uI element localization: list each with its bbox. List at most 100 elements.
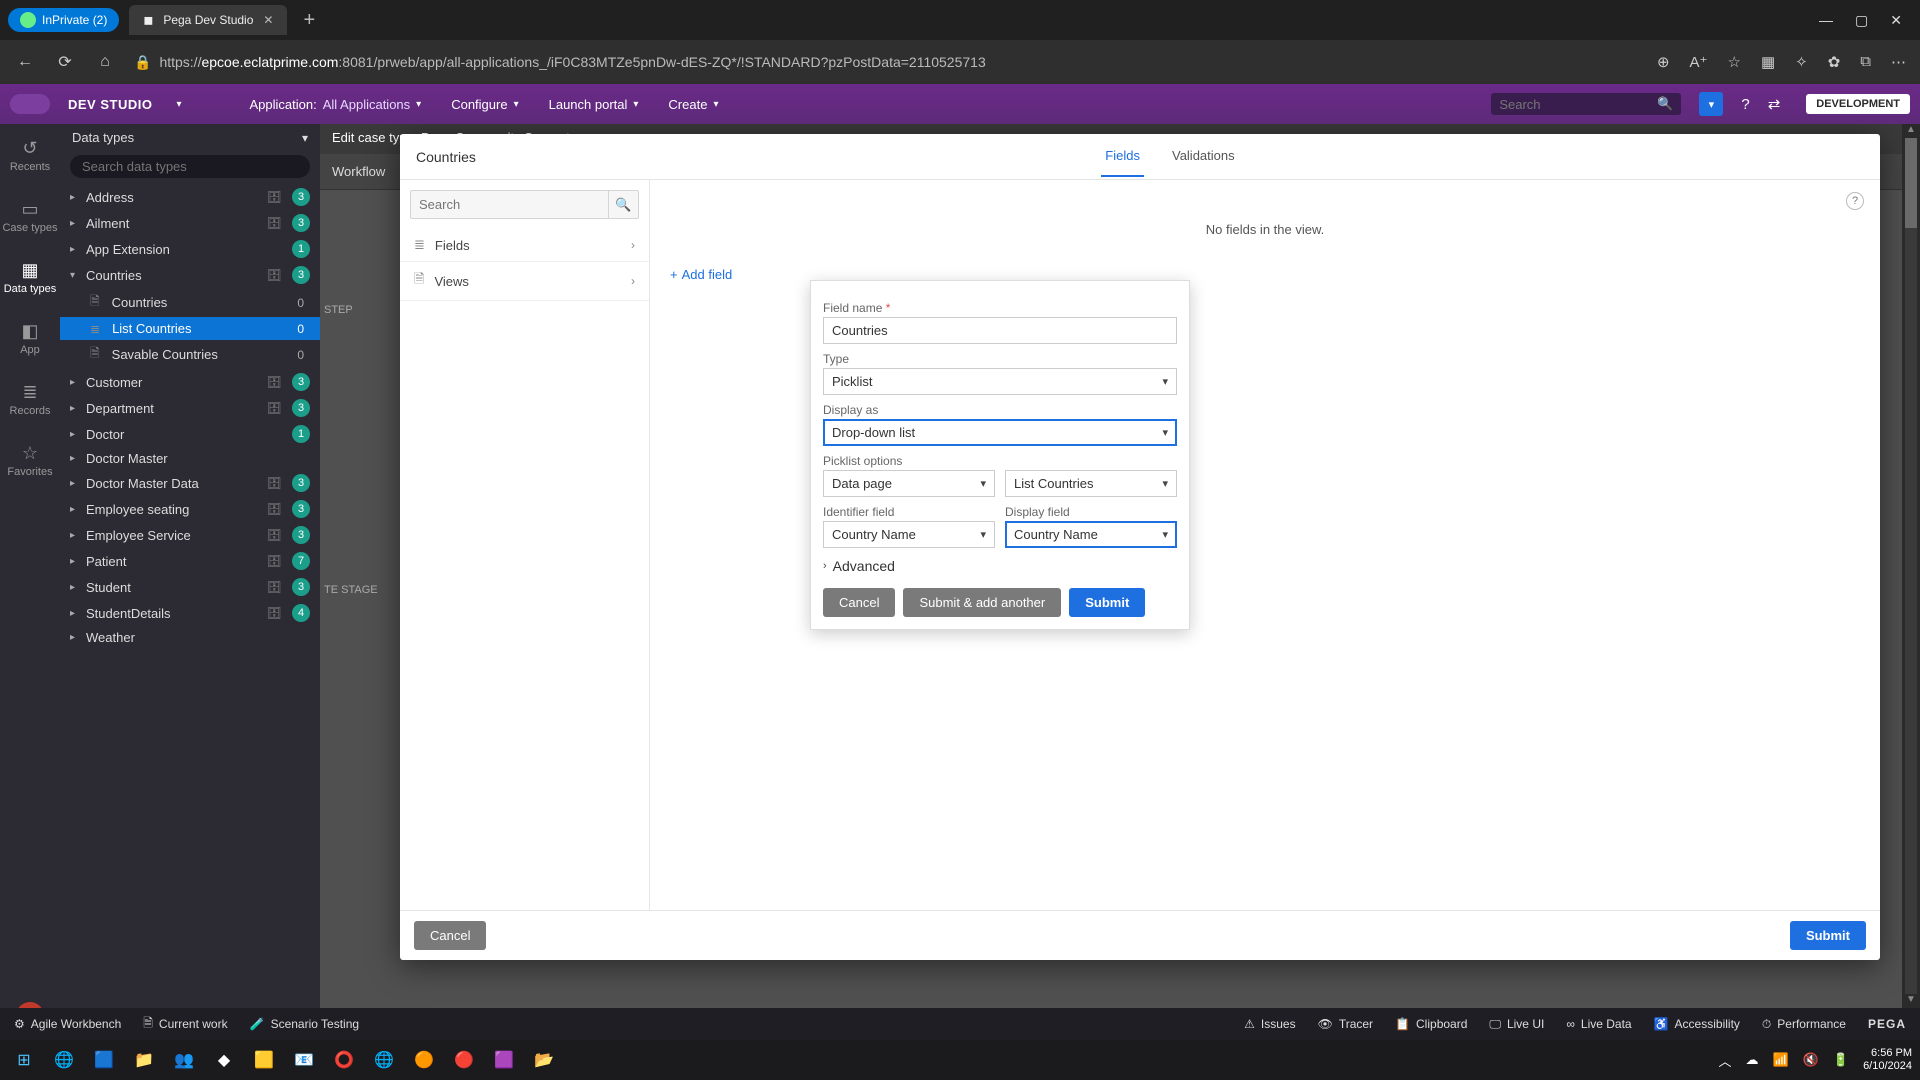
left-item-fields[interactable]: ≣ Fields › [400,229,649,262]
chevron-right-icon[interactable]: ▸ [70,608,80,619]
help-icon[interactable]: ? [1741,96,1749,113]
search-icon[interactable]: 🔍 [608,191,638,218]
resources-icon[interactable]: ⇄ [1768,95,1781,113]
performance[interactable]: ⏱ Performance [1762,1017,1846,1032]
taskbar-wps-icon[interactable]: 🔴 [448,1044,480,1076]
rail-data-types[interactable]: ▦Data types [0,254,60,301]
data-type-child-row[interactable]: 🗎Countries0 [60,288,320,317]
taskbar-edge-icon[interactable]: 🟦 [88,1044,120,1076]
taskbar-outlook-icon[interactable]: 📧 [288,1044,320,1076]
modal-search-input[interactable] [411,191,608,218]
picklist-source-select[interactable]: List Countries▾ [1005,470,1177,497]
read-aloud-icon[interactable]: A⁺ [1690,53,1708,71]
volume-icon[interactable]: 🔇 [1803,1052,1819,1068]
create-menu[interactable]: Create▾ [662,97,724,112]
pega-logo[interactable] [10,94,50,114]
maximize-icon[interactable]: ▢ [1855,12,1868,29]
data-type-row[interactable]: ▸Weather [60,626,320,649]
tab-workflow[interactable]: Workflow [332,164,385,179]
window-close-icon[interactable]: ✕ [1890,12,1902,29]
collections-icon[interactable]: ▦ [1761,53,1775,71]
home-icon[interactable]: ⌂ [94,53,116,71]
start-button[interactable]: ⊞ [8,1044,40,1076]
taskbar-chrome2-icon[interactable]: 🌐 [368,1044,400,1076]
panel-header[interactable]: Data types▾ [60,124,320,151]
back-icon[interactable]: ← [14,53,36,71]
data-type-row[interactable]: ▸Doctor Master Data🗄3 [60,470,320,496]
onedrive-icon[interactable]: ☁ [1746,1052,1759,1068]
data-type-row[interactable]: ▸Doctor1 [60,421,320,447]
data-type-row[interactable]: ▸Department🗄3 [60,395,320,421]
chevron-right-icon[interactable]: ▸ [70,530,80,541]
advanced-toggle[interactable]: › Advanced [823,558,1177,574]
configure-menu[interactable]: Configure▾ [445,97,524,112]
data-type-row[interactable]: ▸Ailment🗄3 [60,210,320,236]
chevron-right-icon[interactable]: ▸ [70,556,80,567]
data-type-row[interactable]: ▸Doctor Master [60,447,320,470]
tab-validations[interactable]: Validations [1168,136,1239,177]
vertical-scrollbar[interactable]: ▲ ▼ [1902,124,1920,1008]
issues[interactable]: ⚠ Issues [1244,1017,1295,1032]
record-button[interactable]: ▾ [1699,92,1723,116]
data-type-row[interactable]: ▸Customer🗄3 [60,369,320,395]
minimize-icon[interactable]: — [1819,12,1833,29]
global-search-input[interactable] [1499,97,1649,112]
accessibility[interactable]: ♿ Accessibility [1654,1017,1740,1032]
battery-icon[interactable]: 🔋 [1833,1052,1849,1068]
display-as-select[interactable]: Drop-down list▾ [823,419,1177,446]
chevron-right-icon[interactable]: ▸ [70,377,80,388]
refresh-icon[interactable]: ⟳ [54,52,76,72]
submit-add-another-button[interactable]: Submit & add another [903,588,1061,617]
panel-search[interactable] [70,155,310,178]
favorites-bar-icon[interactable]: ✿ [1828,53,1841,71]
identifier-select[interactable]: Country Name▾ [823,521,995,548]
tracer[interactable]: 👁 Tracer [1318,1017,1373,1032]
scrollbar-thumb[interactable] [1905,138,1917,228]
rail-case-types[interactable]: ▭Case types [0,193,60,240]
live-ui[interactable]: 🖵 Live UI [1489,1017,1544,1032]
taskbar-app2-icon[interactable]: 🟪 [488,1044,520,1076]
current-work[interactable]: 🗎 Current work [143,1014,227,1035]
clock[interactable]: 6:56 PM 6/10/2024 [1863,1047,1912,1073]
tray-expand-icon[interactable]: ︿ [1718,1051,1731,1070]
panel-search-input[interactable] [82,159,298,174]
chevron-right-icon[interactable]: ▸ [70,403,80,414]
chevron-right-icon[interactable]: ▸ [70,632,80,643]
field-name-input[interactable] [823,317,1177,344]
favorite-icon[interactable]: ☆ [1727,53,1740,71]
picklist-options-select[interactable]: Data page▾ [823,470,995,497]
chevron-right-icon[interactable]: ▸ [70,429,80,440]
extensions-icon[interactable]: ✧ [1795,53,1808,71]
taskbar-teams-icon[interactable]: 👥 [168,1044,200,1076]
data-type-row[interactable]: ▾Countries🗄3 [60,262,320,288]
zoom-icon[interactable]: ⊕ [1657,53,1670,71]
global-search[interactable]: 🔍 [1491,93,1681,115]
new-tab-button[interactable]: + [293,9,325,32]
chevron-right-icon[interactable]: ▸ [70,218,80,229]
taskbar-chrome-icon[interactable]: 🌐 [48,1044,80,1076]
chevron-right-icon[interactable]: ▸ [70,504,80,515]
chevron-right-icon[interactable]: ▸ [70,244,80,255]
data-type-row[interactable]: ▸Student🗄3 [60,574,320,600]
browser-tab[interactable]: ◼ Pega Dev Studio ✕ [129,5,287,35]
wifi-icon[interactable]: 📶 [1773,1052,1789,1068]
rail-records[interactable]: ≣Records [0,376,60,423]
data-type-row[interactable]: ▸Employee seating🗄3 [60,496,320,522]
type-select[interactable]: Picklist▾ [823,368,1177,395]
chevron-right-icon[interactable]: ▸ [70,582,80,593]
rail-app[interactable]: ◧App [0,315,60,362]
clipboard-tool[interactable]: 📋 Clipboard [1395,1017,1467,1032]
data-type-child-row[interactable]: 🗎Savable Countries0 [60,340,320,369]
left-item-views[interactable]: 🗎 Views › [400,262,649,301]
data-type-child-row[interactable]: ≣List Countries0 [60,317,320,340]
popover-submit-button[interactable]: Submit [1069,588,1145,617]
url-field[interactable]: 🔒 https://epcoe.eclatprime.com:8081/prwe… [134,54,1639,71]
popover-cancel-button[interactable]: Cancel [823,588,895,617]
data-type-row[interactable]: ▸App Extension1 [60,236,320,262]
studio-switcher[interactable]: ▾ [170,99,187,110]
display-field-select[interactable]: Country Name▾ [1005,521,1177,548]
hint-icon[interactable]: ? [1846,192,1864,210]
scroll-down-icon[interactable]: ▼ [1902,994,1920,1008]
taskbar-app3-icon[interactable]: 📂 [528,1044,560,1076]
modal-submit-button[interactable]: Submit [1790,921,1866,950]
